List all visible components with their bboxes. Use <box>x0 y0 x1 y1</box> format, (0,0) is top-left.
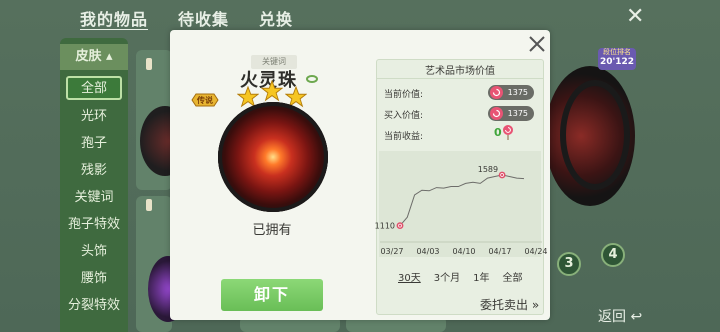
star-icon <box>261 80 283 102</box>
category-sidebar: 皮肤 ▴ 全部 光环 孢子 残影 关键词 孢子特效 头饰 腰饰 分裂特效 <box>60 38 128 332</box>
max-price-label: 1589 <box>478 165 498 174</box>
period-1-year[interactable]: 1年 <box>473 269 489 284</box>
divider <box>376 78 544 79</box>
rank-badge-title: 段位排名 <box>603 48 631 56</box>
price-line-chart: 1110 1589 03/27 04/03 04/10 04/17 04/24 <box>375 165 548 256</box>
unequip-button[interactable]: 卸下 <box>221 279 323 311</box>
rank-badge-value: 20'122 <box>599 57 635 67</box>
buy-value: 1375 <box>507 109 528 118</box>
tab-exchange[interactable]: 兑换 <box>259 6 293 30</box>
sidebar-item-spore[interactable]: 孢子 <box>60 131 128 157</box>
legend-rarity-badge: 传说 <box>191 93 219 107</box>
current-value-label: 当前价值: <box>384 90 424 100</box>
back-arrow-icon: ↩ <box>630 309 643 325</box>
gain-label: 当前收益: <box>384 132 424 142</box>
sidebar-item-afterimage[interactable]: 残影 <box>60 158 128 184</box>
gain-value: 0 <box>494 126 502 139</box>
lollipop-icon <box>490 86 503 99</box>
price-series-line <box>399 174 525 226</box>
x-tick-label: 04/10 <box>452 247 475 256</box>
fire-orb-ring <box>218 102 328 212</box>
min-price-label: 1110 <box>375 222 395 231</box>
x-tick-label: 03/27 <box>380 247 403 256</box>
background-tag <box>146 58 152 70</box>
x-tick-label: 04/24 <box>524 247 547 256</box>
period-3-months[interactable]: 3个月 <box>434 269 460 284</box>
sidebar-item-aura[interactable]: 光环 <box>60 104 128 130</box>
x-tick-label: 04/03 <box>416 247 439 256</box>
current-value: 1375 <box>507 88 528 97</box>
period-30-days[interactable]: 30天 <box>398 269 421 284</box>
top-tab-bar: 我的物品 待收集 兑换 <box>80 6 323 30</box>
rank-badge: 段位排名 20'122 <box>598 48 636 70</box>
x-tick-label: 04/17 <box>488 247 511 256</box>
current-value-pill: 1375 <box>488 85 534 100</box>
lollipop-icon <box>503 125 513 140</box>
consign-sell-link[interactable]: 委托卖出 » <box>480 296 539 313</box>
background-close-icon[interactable]: ✕ <box>626 6 644 28</box>
back-button[interactable]: 返回 ↩ <box>598 306 642 326</box>
lollipop-icon <box>490 107 503 120</box>
max-price-marker <box>498 171 506 179</box>
sidebar-item-waist[interactable]: 腰饰 <box>60 266 128 292</box>
sidebar-item-spore-effect[interactable]: 孢子特效 <box>60 212 128 238</box>
period-selector: 30天 3个月 1年 全部 <box>398 269 535 284</box>
svg-text:传说: 传说 <box>196 95 213 105</box>
buy-value-label: 买入价值: <box>384 111 424 121</box>
min-price-marker <box>396 222 404 230</box>
period-all[interactable]: 全部 <box>502 269 522 284</box>
tab-to-collect[interactable]: 待收集 <box>178 6 229 30</box>
tab-my-items[interactable]: 我的物品 <box>80 6 148 30</box>
close-icon[interactable] <box>527 34 547 54</box>
page-number-button[interactable]: 4 <box>601 243 625 267</box>
sidebar-item-skin[interactable]: 皮肤 ▴ <box>60 44 128 70</box>
preview-eye-icon[interactable] <box>306 75 318 83</box>
market-title: 艺术品市场价值 <box>425 66 495 77</box>
sidebar-item-headwear[interactable]: 头饰 <box>60 239 128 265</box>
buy-value-pill: 1375 <box>488 106 534 121</box>
background-orb-ring <box>560 80 630 190</box>
sidebar-item-all[interactable]: 全部 <box>66 76 122 100</box>
sidebar-item-keyword[interactable]: 关键词 <box>60 185 128 211</box>
owned-status: 已拥有 <box>252 223 292 238</box>
sidebar-item-split-effect[interactable]: 分裂特效 <box>60 293 128 319</box>
page-number-button[interactable]: 3 <box>557 252 581 276</box>
background-tag <box>146 199 152 211</box>
